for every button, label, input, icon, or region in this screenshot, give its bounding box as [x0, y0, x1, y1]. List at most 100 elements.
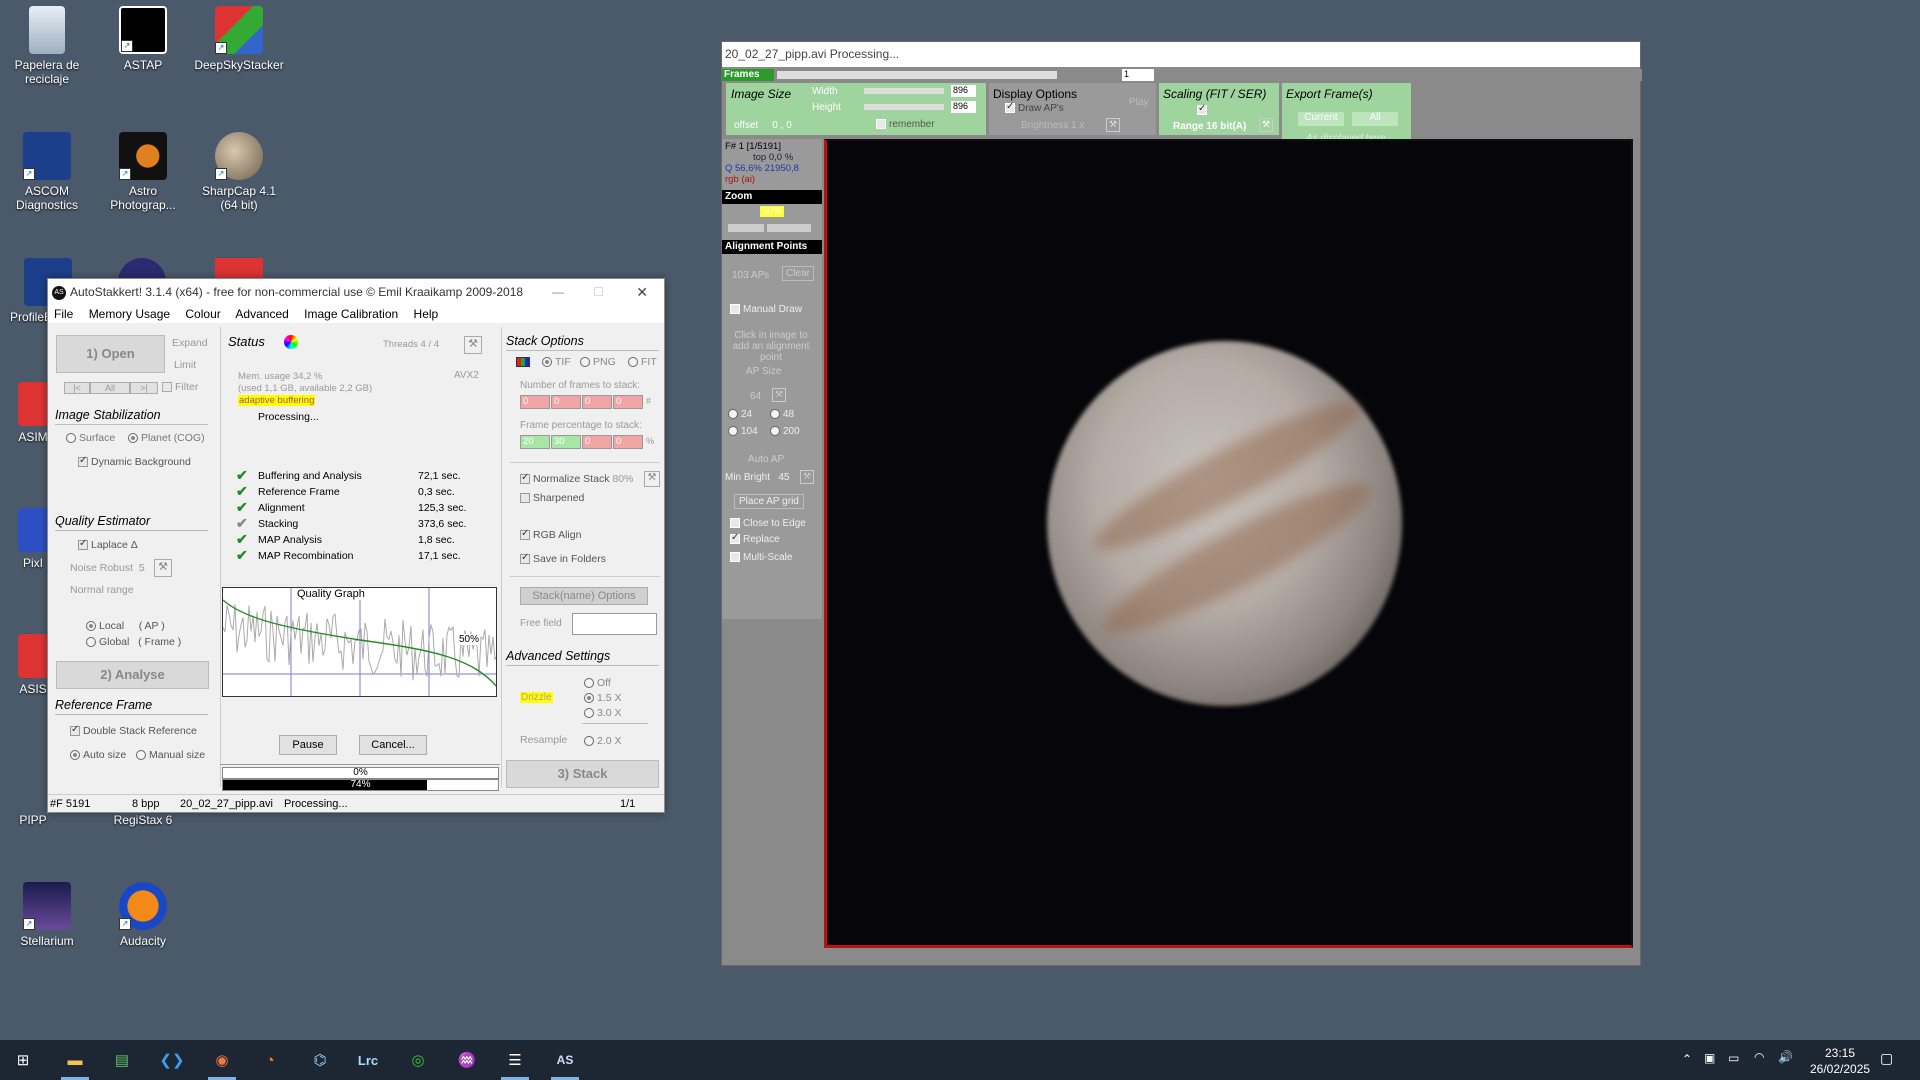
notifications-icon[interactable]: ▢	[1880, 1050, 1893, 1067]
auto-size-radio[interactable]: Auto size	[70, 749, 126, 761]
frame-number-input[interactable]: 1	[1122, 69, 1154, 81]
pipp-taskbar-icon[interactable]: ☰	[495, 1044, 535, 1080]
stackname-options-button[interactable]: Stack(name) Options	[520, 587, 648, 605]
ap-size-200[interactable]: 200	[770, 426, 800, 437]
zoom-value[interactable]: 50%	[760, 206, 785, 217]
menu-file[interactable]: File	[54, 307, 73, 321]
profile-shortcut[interactable]: ProfileE	[2, 258, 72, 324]
tools-icon[interactable]: ⚒	[464, 336, 482, 354]
frames-to-stack-input[interactable]: 0	[551, 395, 581, 409]
recycle-bin-shortcut[interactable]: Papelera de reciclaje	[2, 6, 92, 86]
local-ap-radio[interactable]: Local ( AP )	[86, 620, 165, 632]
tools-icon[interactable]: ⚒	[1259, 118, 1273, 132]
surface-radio[interactable]: Surface	[66, 432, 115, 444]
laplace-checkbox[interactable]: Laplace Δ	[78, 538, 138, 551]
ascom-shortcut[interactable]: ↗ ASCOM Diagnostics	[2, 132, 92, 212]
meet-now-icon[interactable]: ▣	[1704, 1051, 1715, 1065]
remember-checkbox[interactable]: remember	[876, 119, 935, 130]
global-frame-radio[interactable]: Global ( Frame )	[86, 636, 181, 648]
vscode-icon[interactable]: ❮❯	[152, 1044, 192, 1076]
menu-memory-usage[interactable]: Memory Usage	[89, 307, 170, 321]
start-button[interactable]: ⊞	[3, 1044, 43, 1076]
ap-size-24[interactable]: 24	[728, 409, 752, 420]
normalize-stack-checkbox[interactable]: Normalize Stack 80%	[520, 472, 633, 485]
astap-shortcut[interactable]: ↗ ASTAP	[98, 6, 188, 72]
close-to-edge-checkbox[interactable]: Close to Edge	[730, 518, 806, 529]
astrophotography-shortcut[interactable]: ↗ Astro Photograp...	[98, 132, 188, 212]
file-explorer-icon[interactable]: ▬	[55, 1044, 95, 1080]
autostakkert-taskbar-icon[interactable]: AS	[545, 1044, 585, 1080]
maximize-icon[interactable]: ☐	[593, 279, 604, 305]
frames-to-stack-input[interactable]: 0	[520, 395, 550, 409]
battery-icon[interactable]: ▭	[1728, 1051, 1739, 1065]
lightroom-icon[interactable]: Lrc	[348, 1044, 388, 1076]
frame-percentage-input[interactable]: 0	[613, 435, 643, 449]
zoom-out-button[interactable]	[728, 224, 764, 232]
save-in-folders-checkbox[interactable]: Save in Folders	[520, 552, 606, 565]
format-tif-radio[interactable]: TIF	[542, 356, 571, 368]
ap-size-104[interactable]: 104	[728, 426, 758, 437]
colour-wheel-icon[interactable]	[284, 335, 298, 349]
green-app-icon[interactable]: ◎	[398, 1044, 438, 1076]
menu-help[interactable]: Help	[414, 307, 439, 321]
last-frame-button[interactable]: >|	[130, 382, 158, 394]
manual-size-radio[interactable]: Manual size	[136, 749, 205, 761]
height-input[interactable]: 896	[951, 101, 976, 113]
width-input[interactable]: 896	[951, 85, 976, 97]
drizzle-off-radio[interactable]: Off	[584, 677, 611, 689]
show-hidden-icons[interactable]: ⌃	[1682, 1052, 1692, 1066]
filter-checkbox[interactable]: Filter	[162, 381, 198, 393]
minimize-icon[interactable]: —	[552, 279, 564, 305]
planet-cog-radio[interactable]: Planet (COG)	[128, 432, 205, 444]
analyse-button[interactable]: 2) Analyse	[56, 661, 209, 689]
stellarium-shortcut[interactable]: ↗ Stellarium	[2, 882, 92, 948]
rgb-align-checkbox[interactable]: RGB Align	[520, 528, 581, 541]
close-icon[interactable]: ✕	[636, 279, 648, 305]
volume-icon[interactable]: 🔊	[1778, 1050, 1793, 1064]
frames-to-stack-input[interactable]: 0	[582, 395, 612, 409]
tools-icon[interactable]: ⚒	[154, 559, 172, 577]
network-app-icon[interactable]: ⌬	[300, 1044, 340, 1076]
place-ap-grid-button[interactable]: Place AP grid	[734, 494, 804, 509]
replace-checkbox[interactable]: Replace	[730, 532, 780, 545]
sharpened-checkbox[interactable]: Sharpened	[520, 492, 584, 504]
export-current-button[interactable]: Current	[1298, 112, 1344, 126]
notepad-icon[interactable]: ▤	[102, 1044, 142, 1076]
chrome-icon[interactable]: ◉	[202, 1044, 242, 1080]
clock[interactable]: 23:15 26/02/2025	[1810, 1045, 1870, 1077]
wifi-icon[interactable]: ◠	[1754, 1050, 1764, 1064]
zoom-in-button[interactable]	[767, 224, 811, 232]
play-button[interactable]: Play	[1129, 97, 1148, 108]
dynamic-background-checkbox[interactable]: Dynamic Background	[78, 455, 191, 468]
menu-image-calibration[interactable]: Image Calibration	[304, 307, 398, 321]
manual-draw-checkbox[interactable]: Manual Draw	[730, 304, 802, 315]
pixi-shortcut[interactable]: PixI	[18, 508, 48, 570]
menu-advanced[interactable]: Advanced	[235, 307, 288, 321]
menu-colour[interactable]: Colour	[185, 307, 220, 321]
asim-shortcut[interactable]: ASIM	[18, 382, 48, 444]
clear-aps-button[interactable]: Clear	[782, 266, 814, 281]
all-frames-button[interactable]: All	[90, 382, 130, 394]
tools-icon[interactable]: ⚒	[772, 388, 786, 402]
width-slider[interactable]	[864, 88, 944, 94]
registax-shortcut[interactable]: RegiStax 6	[98, 813, 188, 827]
cancel-button[interactable]: Cancel...	[359, 735, 427, 755]
tools-icon[interactable]: ⚒	[800, 470, 814, 484]
resample-2x-radio[interactable]: 2.0 X	[584, 735, 622, 747]
draw-aps-checkbox[interactable]: Draw AP's	[1005, 101, 1064, 114]
astro-app-icon[interactable]: ♒	[447, 1044, 487, 1076]
format-png-radio[interactable]: PNG	[580, 356, 616, 368]
audacity-shortcut[interactable]: ↗ Audacity	[98, 882, 188, 948]
frame-percentage-input[interactable]: 0	[582, 435, 612, 449]
drizzle-3x-radio[interactable]: 3.0 X	[584, 707, 622, 719]
stack-button[interactable]: 3) Stack	[506, 760, 659, 788]
tools-icon[interactable]: ⚒	[644, 471, 660, 487]
scaling-checkbox[interactable]	[1197, 103, 1210, 116]
height-slider[interactable]	[864, 104, 944, 110]
free-field-input[interactable]	[572, 613, 657, 635]
open-button[interactable]: 1) Open	[56, 335, 165, 373]
drizzle-1-5x-radio[interactable]: 1.5 X	[584, 692, 622, 704]
frames-slider[interactable]	[777, 71, 1057, 79]
asis-shortcut[interactable]: ASIS	[18, 634, 48, 696]
sharpcap-shortcut[interactable]: ↗ SharpCap 4.1 (64 bit)	[194, 132, 284, 212]
